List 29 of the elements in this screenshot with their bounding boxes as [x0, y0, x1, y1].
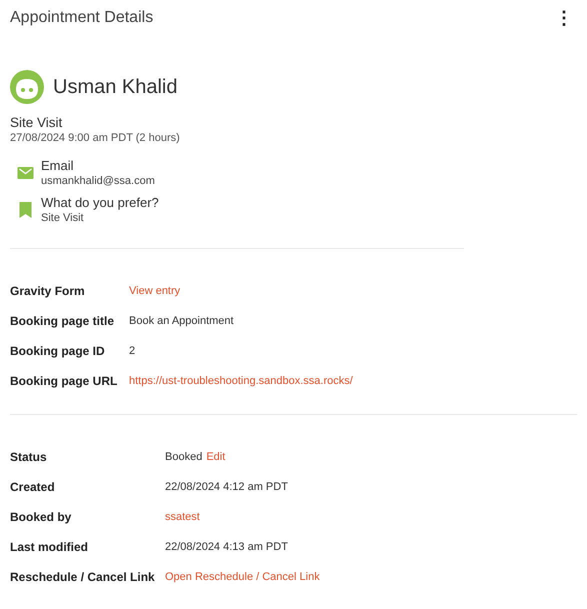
detail-label: Gravity Form [10, 283, 86, 300]
detail-label: Booked by [10, 509, 72, 526]
appointment-type: Site Visit [10, 115, 64, 130]
detail-link[interactable]: Open Reschedule / Cancel Link [165, 571, 320, 583]
appointment-datetime: 27/08/2024 9:00 am PDT (2 hours) [10, 132, 181, 144]
detail-label: Reschedule / Cancel Link [10, 569, 156, 586]
detail-value: 2 [129, 345, 136, 357]
status-value: Booked [165, 451, 202, 463]
page-title: Appointment Details [10, 9, 154, 27]
detail-label: Booking page ID [10, 343, 106, 360]
field-value: Site Visit [41, 212, 85, 224]
detail-value: Book an Appointment [129, 315, 234, 327]
avatar-icon [10, 70, 44, 104]
detail-label: Booking page URL [10, 373, 118, 390]
detail-label: Created [10, 479, 56, 496]
detail-value: 22/08/2024 4:12 am PDT [165, 481, 288, 493]
edit-link[interactable]: Edit [206, 451, 226, 463]
field-label: Email [41, 158, 75, 173]
detail-link[interactable]: https://ust-troubleshooting.sandbox.ssa.rocks/ [129, 375, 353, 387]
detail-link[interactable]: View entry [129, 285, 180, 297]
field-label: What do you prefer? [41, 195, 159, 210]
detail-label: Last modified [10, 539, 90, 556]
field-value: usmankhalid@ssa.com [41, 175, 155, 187]
more-menu-button[interactable]: ⋮ [551, 7, 577, 29]
customer-name: Usman Khalid [53, 76, 178, 98]
detail-label: Status [10, 449, 48, 466]
detail-value: 22/08/2024 4:13 am PDT [165, 541, 288, 553]
detail-label: Booking page title [10, 313, 116, 330]
detail-link[interactable]: ssatest [165, 511, 200, 523]
